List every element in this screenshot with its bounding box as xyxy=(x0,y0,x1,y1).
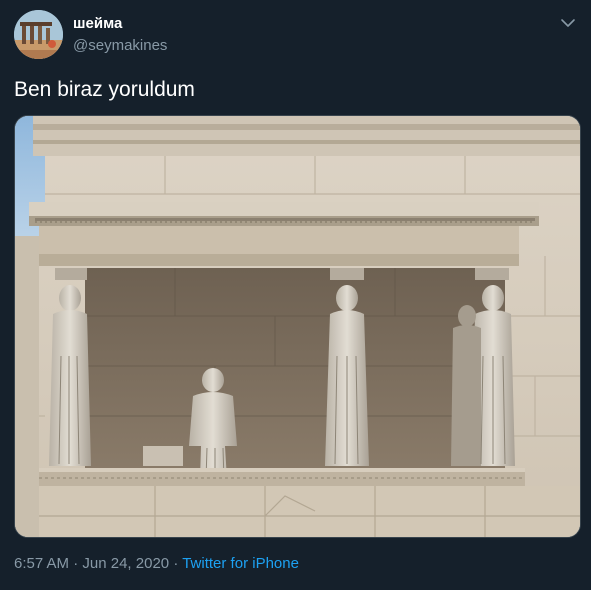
meta-separator: · xyxy=(173,555,179,572)
avatar[interactable] xyxy=(14,10,63,59)
display-name[interactable]: шейма xyxy=(73,14,167,34)
tweet-source-link[interactable]: Twitter for iPhone xyxy=(182,555,299,572)
user-handle[interactable]: @seymakines xyxy=(73,36,167,56)
photo-image xyxy=(15,116,580,537)
avatar-image xyxy=(14,10,63,59)
tweet-header: шейма @seymakines xyxy=(14,10,577,60)
tweet-card: шейма @seymakines Ben biraz yoruldum 6:5… xyxy=(0,0,591,590)
tweet-meta: 6:57 AM · Jun 24, 2020 · Twitter for iPh… xyxy=(14,554,299,574)
user-names: шейма @seymakines xyxy=(73,14,167,56)
tweet-date[interactable]: Jun 24, 2020 xyxy=(82,555,169,572)
tweet-photo[interactable] xyxy=(14,115,581,538)
chevron-down-icon[interactable] xyxy=(559,14,577,32)
tweet-time[interactable]: 6:57 AM xyxy=(14,555,69,572)
tweet-text: Ben biraz yoruldum xyxy=(14,78,195,101)
meta-separator: · xyxy=(73,555,79,572)
